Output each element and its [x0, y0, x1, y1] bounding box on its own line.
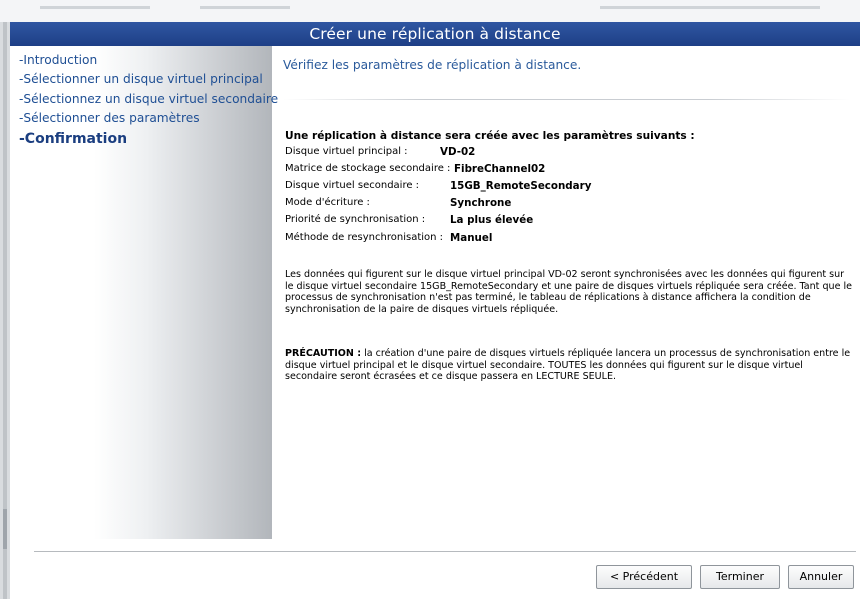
step-select-parameters: -Sélectionner des paramètres [19, 111, 200, 125]
top-strip-highlight [40, 6, 150, 9]
instruction-text: Vérifiez les paramètres de réplication à… [283, 58, 582, 72]
top-strip-highlight [200, 6, 290, 9]
param-row: Matrice de stockage secondaire : FibreCh… [285, 163, 545, 179]
param-row: Disque virtuel principal : VD-02 [285, 146, 475, 162]
cancel-button[interactable]: Annuler [788, 565, 854, 589]
step-select-primary-disk: -Sélectionner un disque virtuel principa… [19, 72, 263, 86]
param-label: Mode d'écriture : [285, 197, 370, 208]
window-left-edge [0, 22, 10, 599]
param-row: Mode d'écriture : Synchrone [285, 197, 511, 213]
edge-resize-handle[interactable] [3, 509, 7, 549]
previous-button[interactable]: < Précédent [596, 565, 692, 589]
step-confirmation-current: -Confirmation [19, 131, 128, 147]
summary-heading: Une réplication à distance sera créée av… [285, 130, 695, 142]
separator [283, 99, 850, 100]
param-value: Manuel [450, 232, 493, 244]
footer-separator [34, 551, 856, 552]
param-value: 15GB_RemoteSecondary [450, 180, 592, 192]
param-label: Méthode de resynchronisation : [285, 232, 444, 243]
param-value: VD-02 [440, 146, 476, 158]
step-select-secondary-disk: -Sélectionnez un disque virtuel secondai… [19, 92, 279, 106]
param-label: Disque virtuel secondaire : [285, 180, 420, 191]
param-value: FibreChannel02 [454, 163, 546, 175]
param-label: Matrice de stockage secondaire : [285, 163, 451, 174]
caution-text: la création d'une paire de disques virtu… [285, 348, 851, 383]
finish-button[interactable]: Terminer [700, 565, 780, 589]
param-label: Priorité de synchronisation : [285, 214, 426, 225]
top-strip-highlight [600, 6, 820, 9]
param-row: Priorité de synchronisation : La plus él… [285, 214, 533, 230]
param-row: Méthode de resynchronisation : Manuel [285, 232, 492, 248]
caution-label: PRÉCAUTION : [285, 348, 362, 359]
param-row: Disque virtuel secondaire : 15GB_RemoteS… [285, 180, 591, 196]
dialog-title-bar: Créer une réplication à distance [10, 22, 860, 46]
param-value: La plus élevée [450, 214, 534, 226]
dialog-title: Créer une réplication à distance [309, 25, 561, 43]
sync-info-paragraph: Les données qui figurent sur le disque v… [285, 269, 853, 316]
caution-paragraph: PRÉCAUTION : la création d'une paire de … [285, 348, 853, 383]
top-strip [0, 0, 860, 22]
step-introduction: -Introduction [19, 53, 98, 67]
param-label: Disque virtuel principal : [285, 146, 408, 157]
param-value: Synchrone [450, 197, 512, 209]
wizard-steps-sidebar: -Introduction -Sélectionner un disque vi… [10, 46, 278, 539]
